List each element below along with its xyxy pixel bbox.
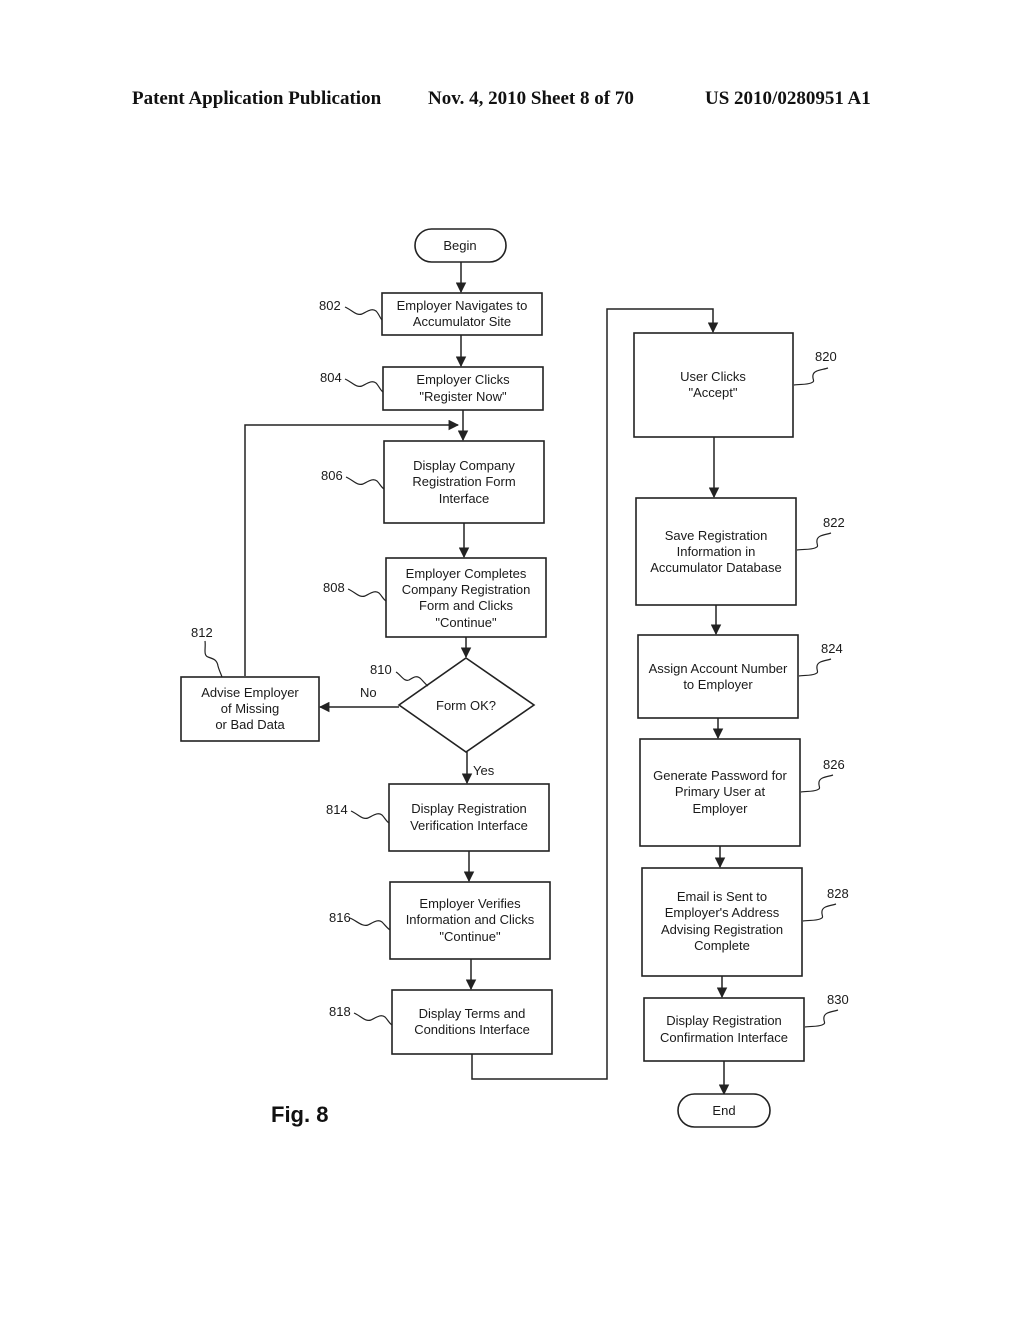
node-808-line-2: Company Registration: [402, 582, 531, 597]
node-828-line-2: Employer's Address: [665, 905, 780, 920]
node-802-line-1: Employer Navigates to: [397, 298, 528, 313]
ref-808: 808: [323, 580, 345, 595]
node-808-line-3: Form and Clicks: [419, 598, 513, 613]
node-820: User Clicks "Accept": [633, 332, 794, 438]
leader-818: [353, 1012, 393, 1026]
node-806-line-2: Registration Form: [412, 474, 515, 489]
ref-814: 814: [326, 802, 348, 817]
ref-826: 826: [823, 757, 845, 772]
leader-808: [347, 588, 387, 602]
figure-label: Fig. 8: [271, 1102, 328, 1127]
node-826-line-1: Generate Password for: [653, 768, 787, 783]
node-826: Generate Password for Primary User at Em…: [639, 738, 801, 847]
leader-820: [793, 367, 829, 386]
node-816: Employer Verifies Information and Clicks…: [389, 881, 551, 960]
ref-822: 822: [823, 515, 845, 530]
node-802-line-2: Accumulator Site: [413, 314, 511, 329]
ref-806: 806: [321, 468, 343, 483]
node-818-line-2: Conditions Interface: [414, 1022, 530, 1037]
node-822-line-1: Save Registration: [665, 528, 768, 543]
leader-830: [804, 1009, 839, 1028]
node-814: Display Registration Verification Interf…: [388, 783, 550, 852]
leader-812: [204, 640, 223, 678]
node-begin: Begin: [414, 228, 507, 263]
edge-label-no: No: [360, 685, 377, 700]
leader-828: [802, 903, 837, 922]
node-816-line-3: "Continue": [439, 929, 501, 944]
node-826-line-3: Employer: [693, 801, 749, 816]
node-806-line-3: Interface: [439, 491, 490, 506]
leader-822: [796, 532, 832, 551]
node-802: Employer Navigates to Accumulator Site: [381, 292, 543, 336]
node-822: Save Registration Information in Accumul…: [635, 497, 797, 606]
node-808-line-1: Employer Completes: [406, 566, 527, 581]
node-816-line-1: Employer Verifies: [419, 896, 521, 911]
node-begin-label: Begin: [443, 238, 476, 253]
node-814-line-2: Verification Interface: [410, 818, 528, 833]
leader-802: [344, 306, 383, 321]
node-808-line-4: "Continue": [435, 615, 497, 630]
node-810-label: Form OK?: [436, 698, 496, 713]
node-804-line-2: "Register Now": [419, 389, 507, 404]
node-822-line-2: Information in: [677, 544, 756, 559]
node-824-line-2: to Employer: [683, 677, 753, 692]
ref-812: 812: [191, 625, 213, 640]
node-812: Advise Employer of Missing or Bad Data: [180, 676, 320, 742]
node-830-line-1: Display Registration: [666, 1013, 782, 1028]
node-end: End: [677, 1093, 771, 1128]
node-828-line-1: Email is Sent to: [677, 889, 767, 904]
node-822-line-3: Accumulator Database: [650, 560, 782, 575]
leader-826: [800, 774, 834, 793]
ref-810: 810: [370, 662, 392, 677]
ref-830: 830: [827, 992, 849, 1007]
leader-816: [349, 917, 391, 931]
node-812-line-1: Advise Employer: [201, 685, 299, 700]
node-828-line-3: Advising Registration: [661, 922, 783, 937]
node-816-line-2: Information and Clicks: [406, 912, 535, 927]
edge-label-yes: Yes: [473, 763, 495, 778]
ref-804: 804: [320, 370, 342, 385]
node-818-line-1: Display Terms and: [419, 1006, 526, 1021]
leader-804: [344, 378, 384, 393]
ref-824: 824: [821, 641, 843, 656]
node-804: Employer Clicks "Register Now": [382, 366, 544, 411]
leader-806: [345, 476, 385, 490]
node-824-line-1: Assign Account Number: [649, 661, 788, 676]
ref-818: 818: [329, 1004, 351, 1019]
ref-816: 816: [329, 910, 351, 925]
node-820-line-2: "Accept": [689, 385, 738, 400]
node-806: Display Company Registration Form Interf…: [383, 440, 545, 524]
node-820-line-1: User Clicks: [680, 369, 746, 384]
leader-810: [395, 671, 429, 687]
node-804-line-1: Employer Clicks: [416, 372, 510, 387]
node-end-label: End: [712, 1103, 735, 1118]
node-830-line-2: Confirmation Interface: [660, 1030, 788, 1045]
ref-820: 820: [815, 349, 837, 364]
node-814-line-1: Display Registration: [411, 801, 527, 816]
leader-814: [350, 810, 390, 824]
node-810-decision: Form OK?: [397, 657, 536, 753]
node-812-line-2: of Missing: [221, 701, 280, 716]
node-828: Email is Sent to Employer's Address Advi…: [641, 867, 803, 977]
node-828-line-4: Complete: [694, 938, 750, 953]
ref-802: 802: [319, 298, 341, 313]
node-808: Employer Completes Company Registration …: [385, 557, 547, 638]
node-812-line-3: or Bad Data: [215, 717, 285, 732]
node-824: Assign Account Number to Employer: [637, 634, 799, 719]
node-806-line-1: Display Company: [413, 458, 515, 473]
leader-824: [798, 658, 832, 677]
ref-828: 828: [827, 886, 849, 901]
node-830: Display Registration Confirmation Interf…: [643, 997, 805, 1062]
flowchart: No Yes Begin End Employer Navigates to A…: [180, 228, 849, 1128]
node-826-line-2: Primary User at: [675, 784, 766, 799]
node-818: Display Terms and Conditions Interface: [391, 989, 553, 1055]
